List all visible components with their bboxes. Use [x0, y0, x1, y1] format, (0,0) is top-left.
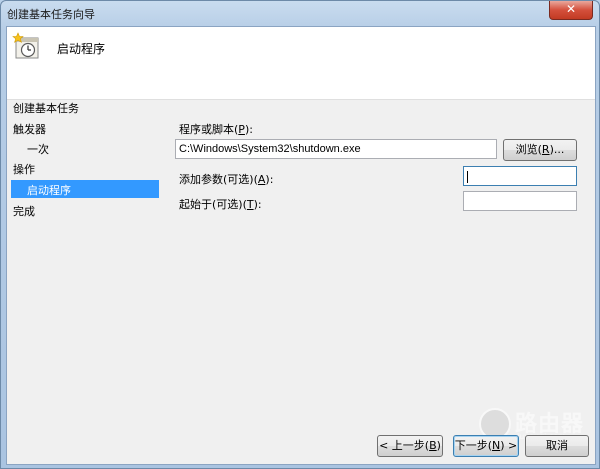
arguments-label: 添加参数(可选)(A): [179, 173, 274, 186]
step-action[interactable]: 操作 [13, 161, 35, 177]
page-title: 启动程序 [57, 42, 106, 56]
window-title: 创建基本任务向导 [7, 8, 95, 21]
task-clock-icon [12, 32, 39, 59]
program-script-input[interactable]: C:\Windows\System32\shutdown.exe [175, 139, 497, 159]
step-finish[interactable]: 完成 [13, 203, 35, 219]
close-icon: ✕ [565, 2, 577, 16]
wizard-window: 创建基本任务向导 ✕ 启动程序 创建基本任务 触发器 一次 操作 启动程序 完成… [0, 0, 600, 469]
step-trigger[interactable]: 触发器 [13, 121, 46, 137]
back-button[interactable]: < 上一步(B) [377, 435, 443, 457]
program-script-label: 程序或脚本(P): [179, 123, 253, 136]
start-in-input[interactable] [463, 191, 577, 211]
step-trigger-once[interactable]: 一次 [27, 141, 49, 157]
close-button[interactable]: ✕ [549, 1, 593, 20]
start-in-label: 起始于(可选)(T): [179, 198, 262, 211]
cancel-button[interactable]: 取消 [525, 435, 589, 457]
title-bar[interactable]: 创建基本任务向导 ✕ [1, 1, 599, 25]
step-start-program[interactable]: 启动程序 [11, 180, 159, 198]
step-start-program-label: 启动程序 [27, 184, 71, 197]
wizard-client-area: 启动程序 创建基本任务 触发器 一次 操作 启动程序 完成 程序或脚本(P): … [6, 26, 596, 465]
arguments-input[interactable] [463, 166, 577, 186]
wizard-header: 启动程序 [7, 27, 595, 100]
next-button[interactable]: 下一步(N) > [453, 435, 519, 457]
browse-button[interactable]: 浏览(R)... [503, 139, 577, 161]
text-caret [467, 171, 468, 183]
step-create-basic-task[interactable]: 创建基本任务 [13, 100, 79, 116]
